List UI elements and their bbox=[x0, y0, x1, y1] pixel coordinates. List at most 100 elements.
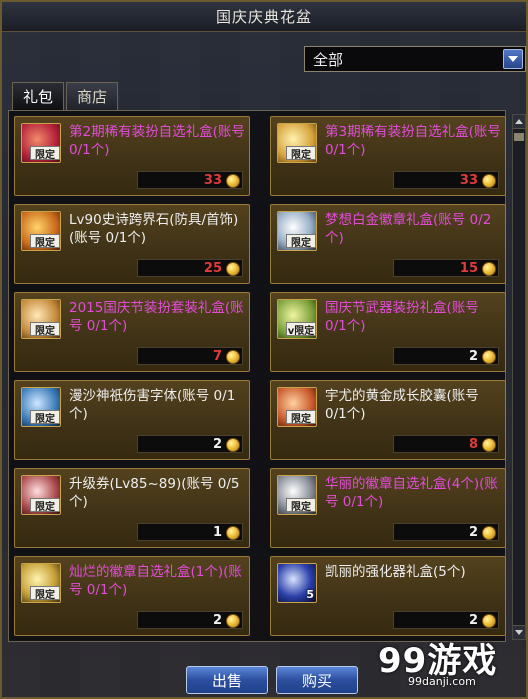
coin-icon bbox=[482, 350, 496, 364]
item-price: 2 bbox=[468, 613, 478, 628]
limited-badge: 限定 bbox=[286, 498, 316, 513]
item-name: 2015国庆节装扮套装礼盒(账号 0/1个) bbox=[69, 300, 244, 334]
limited-badge: 限定 bbox=[30, 234, 60, 249]
shop-item[interactable]: 限定 宇尤的黄金成长胶囊(账号 0/1个) 8 bbox=[270, 380, 506, 460]
shop-item[interactable]: 5 凯丽的强化器礼盒(5个) 2 bbox=[270, 556, 506, 636]
item-price: 25 bbox=[203, 261, 222, 276]
item-price: 7 bbox=[212, 349, 222, 364]
price-bar: 2 bbox=[137, 611, 243, 629]
coin-icon bbox=[226, 438, 240, 452]
item-name: 第2期稀有装扮自选礼盒(账号 0/1个) bbox=[69, 124, 245, 158]
shop-item[interactable]: 限定 升级券(Lv85~89)(账号 0/5个) 1 bbox=[14, 468, 250, 548]
item-price: 2 bbox=[468, 525, 478, 540]
item-price: 2 bbox=[212, 437, 222, 452]
chevron-down-icon[interactable] bbox=[503, 49, 523, 69]
site-watermark: 99游戏 99danji.com bbox=[378, 633, 518, 693]
price-bar: 2 bbox=[393, 523, 499, 541]
item-grid: 限定 第2期稀有装扮自选礼盒(账号 0/1个) 33 限定 第3期稀有装扮自选礼盒(账号… bbox=[14, 116, 506, 636]
item-price: 2 bbox=[468, 349, 478, 364]
item-price: 33 bbox=[459, 173, 478, 188]
shop-item[interactable]: 限定 漫沙神祇伤害字体(账号 0/1个) 2 bbox=[14, 380, 250, 460]
limited-badge: v限定 bbox=[286, 322, 316, 337]
item-name: Lv90史诗跨界石(防具/首饰)(账号 0/1个) bbox=[69, 212, 239, 246]
window-title: 国庆庆典花盆 bbox=[215, 8, 312, 26]
shop-item[interactable]: 限定 华丽的徽章自选礼盒(4个)(账号 0/1个) 2 bbox=[270, 468, 506, 548]
quantity-badge: 5 bbox=[306, 588, 314, 601]
coin-icon bbox=[226, 262, 240, 276]
scroll-up-button[interactable] bbox=[513, 115, 525, 129]
costume-box-icon[interactable]: 限定 bbox=[21, 299, 61, 339]
sell-button[interactable]: 出售 bbox=[186, 666, 268, 694]
filter-dropdown[interactable]: 全部 bbox=[304, 46, 526, 72]
price-bar: 2 bbox=[393, 611, 499, 629]
limited-badge: 限定 bbox=[30, 586, 60, 601]
scroll-thumb[interactable] bbox=[514, 133, 524, 141]
shop-item[interactable]: 限定 梦想白金徽章礼盒(账号 0/2个) 15 bbox=[270, 204, 506, 284]
filter-selected: 全部 bbox=[313, 50, 344, 69]
item-name: 升级券(Lv85~89)(账号 0/5个) bbox=[69, 476, 240, 510]
shop-item[interactable]: 限定 2015国庆节装扮套装礼盒(账号 0/1个) 7 bbox=[14, 292, 250, 372]
item-name: 华丽的徽章自选礼盒(4个)(账号 0/1个) bbox=[325, 476, 498, 510]
watermark-url: 99danji.com bbox=[408, 675, 476, 688]
tab-label: 礼包 bbox=[23, 88, 54, 106]
level-ticket-icon[interactable]: 限定 bbox=[21, 475, 61, 515]
limited-badge: 限定 bbox=[286, 146, 316, 161]
damage-font-icon[interactable]: 限定 bbox=[21, 387, 61, 427]
title-bar[interactable]: 国庆庆典花盆 bbox=[2, 2, 526, 32]
tab-shop[interactable]: 商店 bbox=[66, 82, 119, 110]
gift-box-red-icon[interactable]: 限定 bbox=[21, 123, 61, 163]
enhancer-box-icon[interactable]: 5 bbox=[277, 563, 317, 603]
limited-badge: 限定 bbox=[30, 498, 60, 513]
item-price: 1 bbox=[212, 525, 222, 540]
price-bar: 15 bbox=[393, 259, 499, 277]
item-price: 15 bbox=[459, 261, 478, 276]
gift-box-gold-icon[interactable]: 限定 bbox=[277, 123, 317, 163]
limited-badge: 限定 bbox=[30, 410, 60, 425]
platinum-emblem-icon[interactable]: 限定 bbox=[277, 211, 317, 251]
coin-icon bbox=[482, 614, 496, 628]
item-name: 国庆节武器装扮礼盒(账号 0/1个) bbox=[325, 300, 479, 334]
price-bar: 8 bbox=[393, 435, 499, 453]
scrollbar[interactable] bbox=[512, 114, 526, 640]
emblem-box-icon[interactable]: 限定 bbox=[277, 475, 317, 515]
item-name: 梦想白金徽章礼盒(账号 0/2个) bbox=[325, 212, 492, 246]
buy-button[interactable]: 购买 bbox=[276, 666, 358, 694]
epic-stone-icon[interactable]: 限定 bbox=[21, 211, 61, 251]
item-price: 33 bbox=[203, 173, 222, 188]
limited-badge: 限定 bbox=[286, 234, 316, 249]
price-bar: 33 bbox=[137, 171, 243, 189]
item-price: 8 bbox=[468, 437, 478, 452]
item-name: 凯丽的强化器礼盒(5个) bbox=[325, 564, 466, 580]
coin-icon bbox=[482, 438, 496, 452]
growth-capsule-icon[interactable]: 限定 bbox=[277, 387, 317, 427]
shop-item[interactable]: 限定 第3期稀有装扮自选礼盒(账号 0/1个) 33 bbox=[270, 116, 506, 196]
tab-gift[interactable]: 礼包 bbox=[12, 82, 65, 110]
item-price: 2 bbox=[212, 613, 222, 628]
item-name: 漫沙神祇伤害字体(账号 0/1个) bbox=[69, 388, 236, 422]
price-bar: 33 bbox=[393, 171, 499, 189]
coin-icon bbox=[226, 174, 240, 188]
brilliant-emblem-icon[interactable]: 限定 bbox=[21, 563, 61, 603]
item-name: 灿烂的徽章自选礼盒(1个)(账号 0/1个) bbox=[69, 564, 242, 598]
item-name: 第3期稀有装扮自选礼盒(账号 0/1个) bbox=[325, 124, 501, 158]
shop-window: 国庆庆典花盆 全部 礼包 商店 限定 第2期稀有装扮自选礼盒(账号 0/1个) 33… bbox=[0, 0, 528, 699]
price-bar: 1 bbox=[137, 523, 243, 541]
shop-item[interactable]: 限定 灿烂的徽章自选礼盒(1个)(账号 0/1个) 2 bbox=[14, 556, 250, 636]
coin-icon bbox=[482, 526, 496, 540]
tab-label: 商店 bbox=[77, 88, 108, 106]
shop-item[interactable]: 限定 Lv90史诗跨界石(防具/首饰)(账号 0/1个) 25 bbox=[14, 204, 250, 284]
weapon-box-icon[interactable]: v限定 bbox=[277, 299, 317, 339]
shop-item[interactable]: 限定 第2期稀有装扮自选礼盒(账号 0/1个) 33 bbox=[14, 116, 250, 196]
item-name: 宇尤的黄金成长胶囊(账号 0/1个) bbox=[325, 388, 479, 422]
price-bar: 25 bbox=[137, 259, 243, 277]
tab-bar: 礼包 商店 bbox=[12, 82, 119, 110]
coin-icon bbox=[226, 526, 240, 540]
price-bar: 2 bbox=[137, 435, 243, 453]
coin-icon bbox=[482, 174, 496, 188]
price-bar: 7 bbox=[137, 347, 243, 365]
coin-icon bbox=[482, 262, 496, 276]
limited-badge: 限定 bbox=[286, 410, 316, 425]
coin-icon bbox=[226, 614, 240, 628]
shop-item[interactable]: v限定 国庆节武器装扮礼盒(账号 0/1个) 2 bbox=[270, 292, 506, 372]
limited-badge: 限定 bbox=[30, 146, 60, 161]
